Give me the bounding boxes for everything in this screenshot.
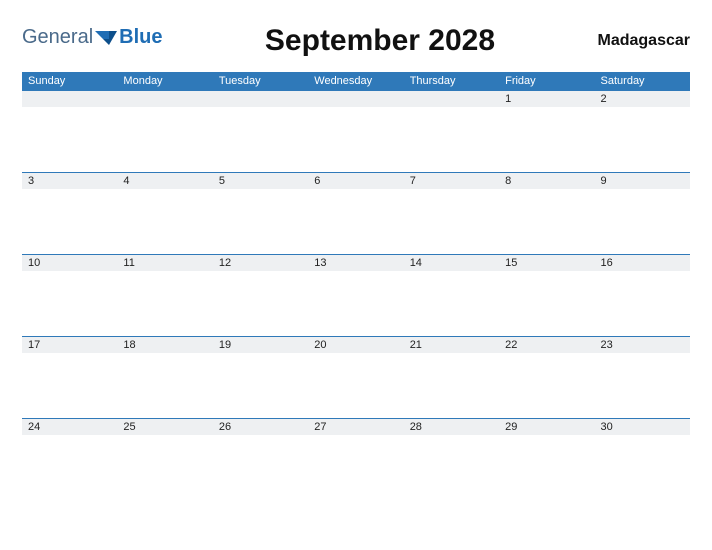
weekday-header: Sunday <box>22 72 117 90</box>
day-number: 27 <box>308 419 403 435</box>
day-number: 2 <box>595 91 690 107</box>
day-cell: 17 <box>22 336 117 418</box>
day-number <box>404 91 499 107</box>
day-cell <box>404 90 499 172</box>
day-number: 23 <box>595 337 690 353</box>
day-cell: 21 <box>404 336 499 418</box>
day-number: 1 <box>499 91 594 107</box>
day-cell: 8 <box>499 172 594 254</box>
day-cell: 19 <box>213 336 308 418</box>
day-cell: 1 <box>499 90 594 172</box>
day-cell: 22 <box>499 336 594 418</box>
page-title: September 2028 <box>163 24 598 58</box>
day-number: 21 <box>404 337 499 353</box>
day-cell <box>117 90 212 172</box>
day-number <box>213 91 308 107</box>
weekday-header: Friday <box>499 72 594 90</box>
calendar-grid: Sunday Monday Tuesday Wednesday Thursday… <box>22 72 690 500</box>
day-cell: 11 <box>117 254 212 336</box>
day-cell: 7 <box>404 172 499 254</box>
day-number: 15 <box>499 255 594 271</box>
day-cell: 26 <box>213 418 308 500</box>
day-cell: 13 <box>308 254 403 336</box>
day-number: 6 <box>308 173 403 189</box>
weekday-header: Wednesday <box>308 72 403 90</box>
day-cell: 29 <box>499 418 594 500</box>
day-cell: 28 <box>404 418 499 500</box>
week-row: 10 11 12 13 14 15 16 <box>22 254 690 336</box>
day-number: 17 <box>22 337 117 353</box>
region-label: Madagascar <box>598 32 691 50</box>
day-number: 14 <box>404 255 499 271</box>
day-number: 25 <box>117 419 212 435</box>
day-number: 19 <box>213 337 308 353</box>
day-cell <box>308 90 403 172</box>
day-number: 5 <box>213 173 308 189</box>
week-row: 1 2 <box>22 90 690 172</box>
day-number: 20 <box>308 337 403 353</box>
day-number <box>22 91 117 107</box>
day-number: 18 <box>117 337 212 353</box>
day-cell: 18 <box>117 336 212 418</box>
day-cell: 14 <box>404 254 499 336</box>
day-number: 10 <box>22 255 117 271</box>
weekday-header: Saturday <box>595 72 690 90</box>
day-cell: 20 <box>308 336 403 418</box>
day-number: 30 <box>595 419 690 435</box>
week-row: 24 25 26 27 28 29 30 <box>22 418 690 500</box>
day-cell: 27 <box>308 418 403 500</box>
day-number: 11 <box>117 255 212 271</box>
day-number: 13 <box>308 255 403 271</box>
day-number: 28 <box>404 419 499 435</box>
day-number: 24 <box>22 419 117 435</box>
day-cell: 2 <box>595 90 690 172</box>
day-cell: 4 <box>117 172 212 254</box>
day-number <box>308 91 403 107</box>
day-number: 8 <box>499 173 594 189</box>
day-cell: 12 <box>213 254 308 336</box>
day-cell: 16 <box>595 254 690 336</box>
brand-text-2: Blue <box>119 26 162 49</box>
weekday-header: Tuesday <box>213 72 308 90</box>
weekday-header: Monday <box>117 72 212 90</box>
weekday-header-row: Sunday Monday Tuesday Wednesday Thursday… <box>22 72 690 90</box>
day-number: 16 <box>595 255 690 271</box>
day-number: 4 <box>117 173 212 189</box>
header: General Blue September 2028 Madagascar <box>22 18 690 58</box>
day-cell: 3 <box>22 172 117 254</box>
weekday-header: Thursday <box>404 72 499 90</box>
day-number: 26 <box>213 419 308 435</box>
brand-logo: General Blue <box>22 26 163 49</box>
day-cell: 24 <box>22 418 117 500</box>
day-cell: 23 <box>595 336 690 418</box>
day-number: 9 <box>595 173 690 189</box>
day-cell: 10 <box>22 254 117 336</box>
week-row: 3 4 5 6 7 8 9 <box>22 172 690 254</box>
day-number: 29 <box>499 419 594 435</box>
brand-text-1: General <box>22 26 93 49</box>
day-number: 12 <box>213 255 308 271</box>
day-number <box>117 91 212 107</box>
day-cell: 9 <box>595 172 690 254</box>
day-number: 7 <box>404 173 499 189</box>
day-number: 3 <box>22 173 117 189</box>
day-cell: 6 <box>308 172 403 254</box>
day-cell: 25 <box>117 418 212 500</box>
day-number: 22 <box>499 337 594 353</box>
day-cell: 30 <box>595 418 690 500</box>
day-cell <box>22 90 117 172</box>
day-cell <box>213 90 308 172</box>
day-cell: 15 <box>499 254 594 336</box>
week-row: 17 18 19 20 21 22 23 <box>22 336 690 418</box>
day-cell: 5 <box>213 172 308 254</box>
logo-icon <box>95 29 117 47</box>
